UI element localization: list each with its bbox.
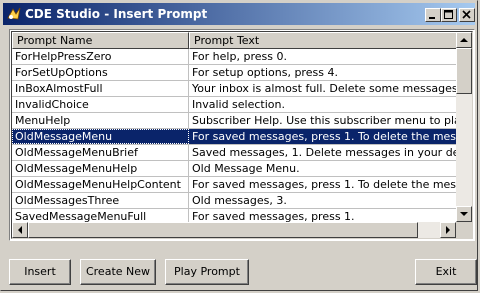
maximize-icon <box>444 10 453 19</box>
arrow-left-icon <box>18 226 22 234</box>
table-row[interactable]: InvalidChoice Invalid selection. <box>12 97 458 113</box>
scroll-right-button[interactable] <box>440 222 456 238</box>
arrow-right-icon <box>446 226 450 234</box>
title-bar[interactable]: CDE Studio - Insert Prompt <box>3 3 475 25</box>
table-row[interactable]: ForHelpPressZero For help, press 0. <box>12 49 458 65</box>
arrow-up-icon <box>460 38 468 42</box>
table-row[interactable]: OldMessageMenuHelpContent For saved messa… <box>12 177 458 193</box>
window-title: CDE Studio - Insert Prompt <box>25 7 208 21</box>
prompt-list[interactable]: Prompt Name Prompt Text ForHelpPressZero… <box>9 29 475 241</box>
prompt-text-cell: For saved messages, press 1. To delete t… <box>192 130 458 143</box>
arrow-down-icon <box>460 212 468 216</box>
insert-prompt-window: CDE Studio - Insert Prompt Prompt Name P… <box>0 0 478 291</box>
prompt-name-cell: InBoxAlmostFull <box>12 81 189 96</box>
prompt-text-cell: Old messages, 3. <box>192 194 287 207</box>
column-header-prompt-name[interactable]: Prompt Name <box>12 32 189 49</box>
prompt-name-cell: ForSetUpOptions <box>12 65 189 80</box>
prompt-text-cell: For setup options, press 4. <box>192 66 338 79</box>
create-new-button[interactable]: Create New <box>80 259 156 285</box>
prompt-name-cell: OldMessageMenu <box>12 129 189 144</box>
table-row[interactable]: OldMessageMenuBrief Saved messages, 1. De… <box>12 145 458 161</box>
prompt-text-cell: Subscriber Help. Use this subscriber men… <box>192 114 458 127</box>
maximize-button[interactable] <box>441 8 457 22</box>
column-header-prompt-text[interactable]: Prompt Text <box>189 32 458 49</box>
scroll-up-button[interactable] <box>456 32 472 48</box>
table-row[interactable]: MenuHelp Subscriber Help. Use this subscr… <box>12 113 458 129</box>
insert-button[interactable]: Insert <box>9 259 71 285</box>
table-row[interactable]: InBoxAlmostFull Your inbox is almost full… <box>12 81 458 97</box>
table-row[interactable]: OldMessagesThree Old messages, 3. <box>12 193 458 209</box>
prompt-text-cell: Old Message Menu. <box>192 162 300 175</box>
play-prompt-button[interactable]: Play Prompt <box>165 259 249 285</box>
prompt-name-cell: OldMessageMenuBrief <box>12 145 189 160</box>
prompt-name-cell: InvalidChoice <box>12 97 189 112</box>
prompt-text-cell: Your inbox is almost full. Delete some m… <box>192 82 458 95</box>
table-row[interactable]: ForSetUpOptions For setup options, press … <box>12 65 458 81</box>
prompt-name-cell: MenuHelp <box>12 113 189 128</box>
scrollbar-corner <box>456 222 472 238</box>
minimize-button[interactable] <box>425 8 441 22</box>
horizontal-scroll-thumb[interactable] <box>28 222 418 238</box>
list-header: Prompt Name Prompt Text <box>12 32 458 49</box>
prompt-text-cell: Invalid selection. <box>192 98 285 111</box>
scroll-down-button[interactable] <box>456 206 472 222</box>
close-button[interactable] <box>459 8 475 22</box>
prompt-name-cell: ForHelpPressZero <box>12 49 189 64</box>
minimize-icon <box>429 17 435 19</box>
prompt-name-cell: OldMessagesThree <box>12 193 189 208</box>
table-row[interactable]: OldMessageMenuHelp Old Message Menu. <box>12 161 458 177</box>
prompt-text-cell: Saved messages, 1. Delete messages in yo… <box>192 146 458 159</box>
prompt-name-cell: OldMessageMenuHelp <box>12 161 189 176</box>
scroll-left-button[interactable] <box>12 222 28 238</box>
exit-button[interactable]: Exit <box>415 259 477 285</box>
prompt-text-cell: For help, press 0. <box>192 50 287 63</box>
horizontal-scrollbar[interactable] <box>12 222 456 238</box>
close-icon <box>462 10 471 19</box>
app-icon[interactable] <box>6 6 22 22</box>
prompt-text-cell: For saved messages, press 1. To delete t… <box>192 178 458 191</box>
vertical-scroll-thumb[interactable] <box>456 48 472 94</box>
prompt-name-cell: OldMessageMenuHelpContent <box>12 177 189 192</box>
vertical-scrollbar[interactable] <box>456 32 472 222</box>
table-row[interactable]: OldMessageMenu For saved messages, press … <box>12 129 458 145</box>
list-rows: ForHelpPressZero For help, press 0. ForSet… <box>12 49 458 238</box>
